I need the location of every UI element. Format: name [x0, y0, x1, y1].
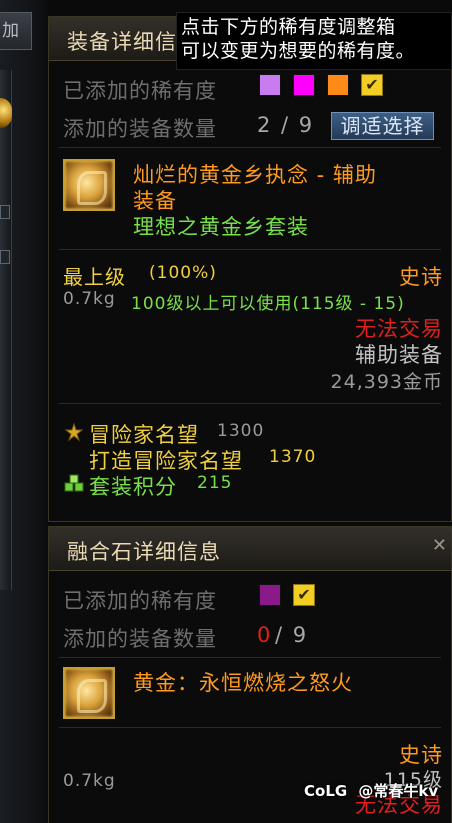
- item-grade: 最上级: [63, 265, 126, 289]
- close-icon[interactable]: ✕: [432, 535, 447, 556]
- added-count-label: 添加的装备数量: [63, 117, 217, 141]
- set-points-icon: [64, 474, 84, 492]
- watermark-handle: @常春牛kv: [358, 782, 439, 800]
- background-window-edge: 加: [0, 0, 48, 823]
- item-rarity: 史诗: [399, 265, 443, 289]
- item-level-req: 100级以上可以使用(115级 - 15): [131, 294, 405, 314]
- item-price: 24,393金币: [330, 371, 443, 393]
- stat-fame-value: 1300: [217, 421, 265, 441]
- rarity-swatch-purple[interactable]: [259, 74, 281, 96]
- stat-set-points-label: 套装积分: [89, 475, 177, 499]
- added-rarity-label: 已添加的稀有度: [63, 79, 217, 103]
- background-scroll-rail: [0, 70, 12, 590]
- stat-forge-fame-value: 1370: [269, 447, 317, 467]
- rarity-swatch-orange[interactable]: [327, 74, 349, 96]
- divider: [59, 657, 441, 658]
- divider: [59, 727, 441, 728]
- background-small-button[interactable]: [0, 205, 10, 219]
- rarity-check-icon[interactable]: ✔: [293, 584, 315, 606]
- golden-hand-icon[interactable]: [63, 159, 115, 211]
- rarity-hint-tooltip: 点击下方的稀有度调整箱 可以变更为想要的稀有度。: [176, 12, 452, 70]
- added-count-max: / 9: [275, 623, 309, 647]
- panel-title: 装备详细信: [67, 30, 177, 54]
- item-weight: 0.7kg: [63, 289, 116, 309]
- item-grade-pct: (100%): [149, 263, 217, 283]
- rarity-check-icon[interactable]: ✔: [361, 74, 383, 96]
- divider: [59, 249, 441, 250]
- item-set-name: 理想之黄金乡套装: [133, 215, 309, 239]
- added-rarity-label: 已添加的稀有度: [63, 589, 217, 613]
- golden-dragon-icon[interactable]: [63, 667, 115, 719]
- stat-set-points-value: 215: [197, 473, 233, 493]
- panel-title: 融合石详细信息: [67, 540, 221, 564]
- background-small-button[interactable]: [0, 250, 10, 264]
- fusion-stone-detail-panel: 融合石详细信息 ✕ 已添加的稀有度 ✔ 添加的装备数量 0 / 9 黄金：永恒燃…: [48, 526, 452, 823]
- watermark: CoLG @常春牛kv: [304, 780, 438, 801]
- tooltip-line-2: 可以变更为想要的稀有度。: [181, 40, 416, 62]
- background-tab[interactable]: 加: [0, 12, 32, 50]
- rarity-swatch-magenta[interactable]: [293, 74, 315, 96]
- item-type: 辅助装备: [355, 343, 443, 367]
- panel-header[interactable]: 融合石详细信息 ✕: [49, 527, 451, 571]
- item-weight: 0.7kg: [63, 771, 116, 791]
- divider: [59, 147, 441, 148]
- added-count-value: 0: [257, 623, 273, 647]
- colg-logo: CoLG: [304, 782, 348, 800]
- rarity-swatch-purple[interactable]: [259, 584, 281, 606]
- added-count-label: 添加的装备数量: [63, 627, 217, 651]
- equipment-detail-panel: 装备详细信 已添加的稀有度 ✔ 添加的装备数量 2 / 9 调适选择 灿烂的黄金…: [48, 16, 452, 522]
- added-count-value: 2 / 9: [257, 113, 315, 137]
- tooltip-line-1: 点击下方的稀有度调整箱: [181, 16, 396, 38]
- item-name: 黄金：永恒燃烧之怒火: [133, 671, 353, 695]
- wreath-icon: [64, 422, 84, 442]
- divider: [59, 403, 441, 404]
- adjust-selection-button[interactable]: 调适选择: [331, 112, 434, 140]
